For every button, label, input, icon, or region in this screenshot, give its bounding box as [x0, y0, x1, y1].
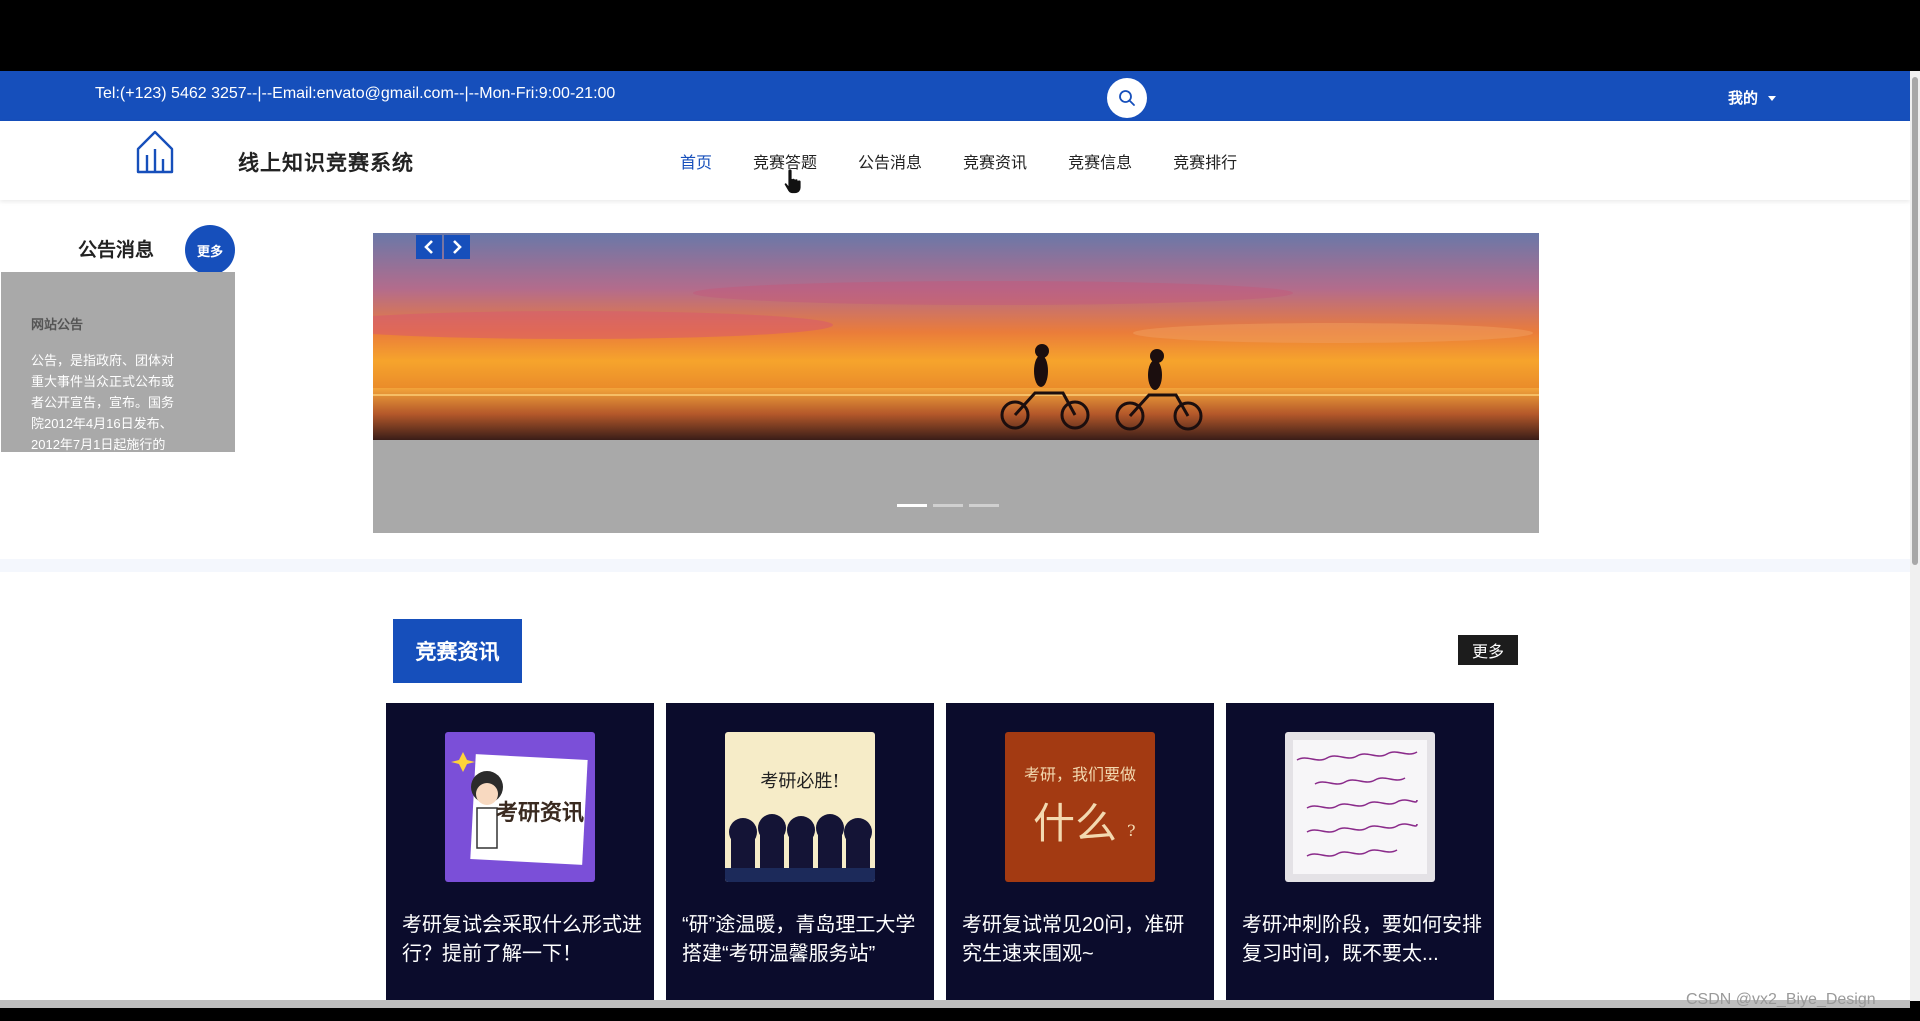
chevron-left-icon — [424, 240, 433, 254]
news-section-title: 竞赛资讯 — [393, 619, 522, 683]
news-card[interactable]: 考研必胜! “研”途温暖，青岛理工大学搭建“考研温馨服务站” — [666, 703, 934, 1001]
nav-ranking[interactable]: 竞赛排行 — [1173, 149, 1237, 173]
nav-competitions[interactable]: 竞赛信息 — [1068, 149, 1132, 173]
nav-home[interactable]: 首页 — [680, 149, 712, 173]
chevron-right-icon — [453, 240, 462, 254]
svg-text:?: ? — [1127, 821, 1136, 840]
carousel-dot[interactable] — [969, 504, 999, 507]
user-menu-label: 我的 — [1728, 90, 1759, 107]
notice-item-title[interactable]: 网站公告 — [31, 314, 83, 333]
news-thumbnail[interactable]: 考研资讯 — [445, 732, 595, 882]
section-divider — [0, 559, 1910, 572]
news-more-button[interactable]: 更多 — [1458, 635, 1518, 665]
news-thumbnail[interactable]: 考研必胜! — [725, 732, 875, 882]
page: Tel:(+123) 5462 3257--|--Email:envato@gm… — [0, 71, 1910, 1001]
carousel-dot[interactable] — [933, 504, 963, 507]
notice-more-button[interactable]: 更多 — [185, 225, 235, 275]
news-card[interactable]: 考研冲刺阶段，要如何安排复习时间，既不要太... — [1226, 703, 1494, 1001]
thumbnail-caption: 考研必胜! — [760, 771, 839, 792]
user-menu[interactable]: 我的 — [1728, 87, 1777, 108]
watermark: CSDN @vx2_Biye_Design — [1686, 991, 1876, 1008]
news-thumbnail[interactable] — [1285, 732, 1435, 882]
logo-icon[interactable] — [135, 129, 175, 175]
carousel-prev-button[interactable] — [416, 235, 442, 259]
news-card-list: 考研资讯 考研复试会采取什么形式进行？提前了解一下！ 考研必胜! “研”途温暖，… — [386, 703, 1494, 1001]
sunset-cyclists-image — [373, 233, 1539, 440]
carousel-next-button[interactable] — [444, 235, 470, 259]
svg-text:什么: 什么 — [1033, 799, 1117, 848]
news-thumbnail[interactable]: 考研，我们要做 什么 ? — [1005, 732, 1155, 882]
search-icon — [1119, 90, 1135, 106]
chevron-down-icon — [1768, 96, 1777, 101]
site-title[interactable]: 线上知识竞赛系统 — [238, 147, 414, 177]
news-card-title[interactable]: 考研冲刺阶段，要如何安排复习时间，既不要太... — [1242, 911, 1482, 969]
nav-notices[interactable]: 公告消息 — [858, 149, 922, 173]
top-info-bar: Tel:(+123) 5462 3257--|--Email:envato@gm… — [0, 71, 1910, 121]
notice-item-body: 公告，是指政府、团体对重大事件当众正式公布或者公开宣告，宣布。国务院2012年4… — [31, 353, 175, 452]
svg-text:考研，我们要做: 考研，我们要做 — [1024, 765, 1136, 784]
carousel-dot[interactable] — [897, 504, 927, 507]
thumbnail-caption: 考研资讯 — [496, 800, 584, 826]
carousel-indicators — [897, 504, 999, 507]
news-card[interactable]: 考研，我们要做 什么 ? 考研复试常见20问，准研究生速来围观~ — [946, 703, 1214, 1001]
hand-pointer-icon — [784, 168, 802, 194]
contact-info: Tel:(+123) 5462 3257--|--Email:envato@gm… — [95, 85, 616, 102]
news-card-title[interactable]: 考研复试常见20问，准研究生速来围观~ — [962, 911, 1202, 969]
notice-section-title: 公告消息 — [78, 240, 155, 261]
nav-news[interactable]: 竞赛资讯 — [963, 149, 1027, 173]
search-button[interactable] — [1107, 78, 1147, 118]
news-card[interactable]: 考研资讯 考研复试会采取什么形式进行？提前了解一下！ — [386, 703, 654, 1001]
site-header: 线上知识竞赛系统 首页 竞赛答题 公告消息 竞赛资讯 竞赛信息 竞赛排行 — [0, 121, 1910, 200]
news-card-title[interactable]: 考研复试会采取什么形式进行？提前了解一下！ — [402, 911, 642, 969]
banner-carousel[interactable] — [373, 233, 1539, 533]
notice-panel[interactable]: 网站公告 公告，是指政府、团体对重大事件当众正式公布或者公开宣告，宣布。国务院2… — [1, 272, 235, 452]
vertical-scrollbar-thumb[interactable] — [1912, 77, 1918, 565]
news-card-title[interactable]: “研”途温暖，青岛理工大学搭建“考研温馨服务站” — [682, 911, 922, 969]
horizontal-scrollbar[interactable] — [0, 1000, 1910, 1008]
main-nav: 首页 竞赛答题 公告消息 竞赛资讯 竞赛信息 竞赛排行 — [680, 149, 1278, 173]
